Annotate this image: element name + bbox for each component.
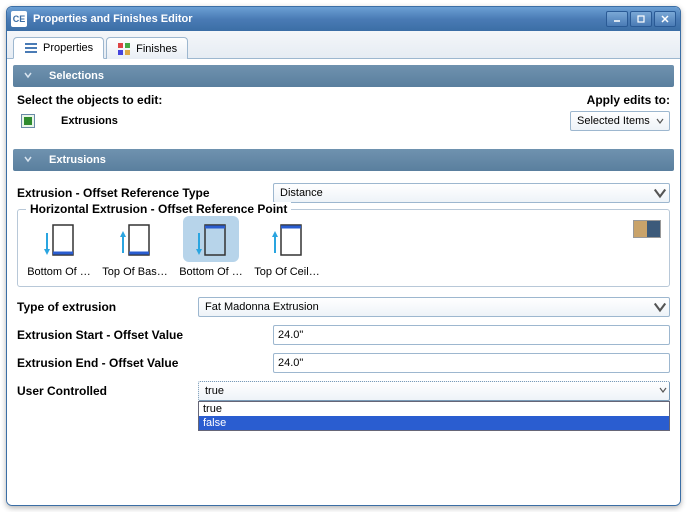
extrusions-checkbox[interactable] <box>21 114 35 128</box>
dropdown-value: Selected Items <box>577 115 653 127</box>
ref-point-label: Top Of Ceil… <box>254 266 320 278</box>
selections-row: Select the objects to edit: Apply edits … <box>13 87 674 109</box>
tab-label: Finishes <box>136 43 177 55</box>
type-row: Type of extrusion Fat Madonna Extrusion <box>13 293 674 321</box>
chevron-down-icon <box>23 154 33 167</box>
dropdown-value: Fat Madonna Extrusion <box>205 301 653 313</box>
maximize-button[interactable] <box>630 11 652 27</box>
offset-type-dropdown[interactable]: Distance <box>273 183 670 203</box>
chevron-down-icon <box>653 300 667 314</box>
ref-point-icon <box>107 216 163 262</box>
object-type-label: Extrusions <box>61 115 118 127</box>
tab-finishes[interactable]: Finishes <box>106 37 188 59</box>
start-offset-input[interactable] <box>273 325 670 345</box>
section-extrusions-header[interactable]: Extrusions <box>13 149 674 171</box>
ref-point-top-of-base[interactable]: Top Of Bas… <box>102 216 168 278</box>
window-title: Properties and Finishes Editor <box>33 13 604 25</box>
ref-point-legend: Horizontal Extrusion - Offset Reference … <box>26 202 291 216</box>
chevron-down-icon <box>23 70 33 83</box>
user-controlled-dropdown[interactable]: true true false <box>198 381 670 401</box>
end-offset-input[interactable] <box>273 353 670 373</box>
start-offset-row: Extrusion Start - Offset Value <box>13 321 674 349</box>
chevron-down-icon <box>653 117 667 125</box>
minimize-button[interactable] <box>606 11 628 27</box>
app-icon: CE <box>11 11 27 27</box>
chevron-down-icon <box>659 385 667 397</box>
ref-points-group: Bottom Of … Top Of Bas… Bottom Of … <box>26 216 661 278</box>
ref-point-label: Bottom Of … <box>178 266 244 278</box>
view-toggle-button[interactable] <box>633 220 661 238</box>
dropdown-value: Distance <box>280 187 653 199</box>
dropdown-option-true[interactable]: true <box>199 402 669 416</box>
tabbar: Properties Finishes <box>7 31 680 59</box>
ref-point-label: Top Of Bas… <box>102 266 168 278</box>
apply-edits-dropdown[interactable]: Selected Items <box>570 111 670 131</box>
selections-controls: Extrusions Selected Items <box>13 109 674 139</box>
section-title: Selections <box>49 70 104 82</box>
finishes-icon <box>117 42 131 56</box>
user-controlled-label: User Controlled <box>17 384 192 398</box>
ref-point-bottom-of-2[interactable]: Bottom Of … <box>178 216 244 278</box>
chevron-down-icon <box>653 186 667 200</box>
section-selections-header[interactable]: Selections <box>13 65 674 87</box>
type-label: Type of extrusion <box>17 300 192 314</box>
type-dropdown[interactable]: Fat Madonna Extrusion <box>198 297 670 317</box>
close-button[interactable] <box>654 11 676 27</box>
select-objects-label: Select the objects to edit: <box>17 93 162 107</box>
ref-point-icon <box>31 216 87 262</box>
ref-point-icon <box>183 216 239 262</box>
ref-point-icon <box>259 216 315 262</box>
offset-type-label: Extrusion - Offset Reference Type <box>17 186 267 200</box>
ref-point-label: Bottom Of … <box>26 266 92 278</box>
tab-label: Properties <box>43 42 93 54</box>
object-type-checkbox-row: Extrusions <box>21 114 118 128</box>
titlebar: CE Properties and Finishes Editor <box>7 7 680 31</box>
apply-edits-label: Apply edits to: <box>587 93 670 107</box>
ref-point-fieldset: Horizontal Extrusion - Offset Reference … <box>17 209 670 287</box>
properties-icon <box>24 41 38 55</box>
tab-properties[interactable]: Properties <box>13 37 104 59</box>
end-offset-row: Extrusion End - Offset Value <box>13 349 674 377</box>
dropdown-list: true false <box>198 401 670 431</box>
ref-point-top-of-ceil[interactable]: Top Of Ceil… <box>254 216 320 278</box>
end-offset-label: Extrusion End - Offset Value <box>17 356 267 370</box>
user-controlled-row: User Controlled true true false <box>13 377 674 405</box>
dropdown-option-false[interactable]: false <box>199 416 669 430</box>
dropdown-value: true <box>205 385 659 397</box>
start-offset-label: Extrusion Start - Offset Value <box>17 328 267 342</box>
ref-point-bottom-of-1[interactable]: Bottom Of … <box>26 216 92 278</box>
section-title: Extrusions <box>49 154 106 166</box>
editor-window: CE Properties and Finishes Editor Proper… <box>6 6 681 506</box>
content-area: Selections Select the objects to edit: A… <box>7 59 680 505</box>
